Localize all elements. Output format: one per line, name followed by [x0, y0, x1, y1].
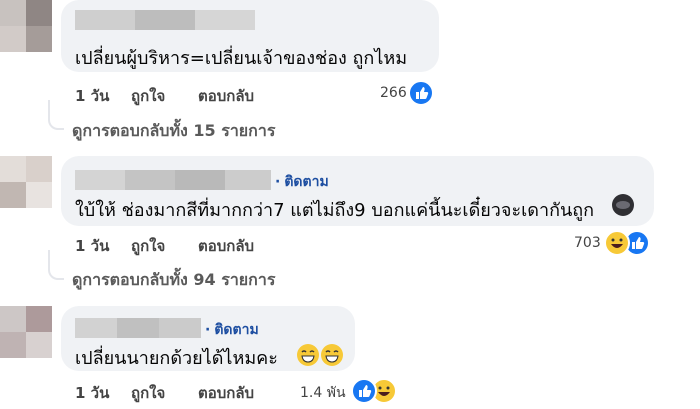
- view-replies-link[interactable]: ดูการตอบกลับทั้ง 15 รายการ: [72, 119, 275, 144]
- dark-emoji-icon: [612, 194, 634, 216]
- timestamp[interactable]: 1 วัน: [75, 84, 109, 108]
- follow-link[interactable]: · ติดตาม: [205, 319, 259, 341]
- reaction-count[interactable]: 1.4 พัน: [300, 382, 346, 404]
- grin-emoji-icon: [297, 344, 319, 366]
- comment-text: ใบ้ให้ ช่องมากสีที่มากกว่า7 แต่ไม่ถึง9 บ…: [75, 200, 595, 221]
- haha-icon: [604, 230, 630, 256]
- comment-bubble: เปลี่ยนผู้บริหาร=เปลี่ยนเจ้าของช่อง ถูกไ…: [61, 0, 439, 72]
- avatar[interactable]: [0, 156, 52, 208]
- timestamp[interactable]: 1 วัน: [75, 381, 109, 405]
- like-button[interactable]: ถูกใจ: [131, 84, 165, 108]
- author-name-blurred[interactable]: [75, 10, 255, 30]
- reply-button[interactable]: ตอบกลับ: [198, 84, 254, 108]
- thread-line: [48, 250, 64, 280]
- view-replies-link[interactable]: ดูการตอบกลับทั้ง 94 รายการ: [72, 268, 275, 293]
- comment-text: เปลี่ยนผู้บริหาร=เปลี่ยนเจ้าของช่อง ถูกไ…: [75, 48, 408, 69]
- reaction-count[interactable]: 266: [380, 85, 407, 101]
- grin-emoji-icon: [321, 344, 343, 366]
- comment-text: เปลี่ยนนายกด้วยได้ไหมคะ: [75, 348, 278, 369]
- avatar[interactable]: [0, 306, 52, 358]
- reaction-count[interactable]: 703: [574, 235, 601, 251]
- like-icon: [408, 80, 434, 106]
- author-name-blurred[interactable]: [75, 318, 201, 338]
- avatar[interactable]: [0, 0, 52, 52]
- comment-bubble: · ติดตาม ใบ้ให้ ช่องมากสีที่มากกว่า7 แต่ไ…: [61, 156, 654, 226]
- comment-actions: 1 วัน ถูกใจ ตอบกลับ: [75, 84, 375, 105]
- timestamp[interactable]: 1 วัน: [75, 234, 109, 258]
- reply-button[interactable]: ตอบกลับ: [198, 234, 254, 258]
- reply-button[interactable]: ตอบกลับ: [198, 381, 254, 405]
- thread-line: [48, 100, 64, 130]
- like-icon: [351, 378, 377, 404]
- separator-dot: ·: [205, 322, 211, 338]
- comment-bubble: · ติดตาม เปลี่ยนนายกด้วยได้ไหมคะ: [61, 306, 355, 371]
- like-button[interactable]: ถูกใจ: [131, 381, 165, 405]
- author-name-blurred[interactable]: [75, 170, 271, 190]
- like-button[interactable]: ถูกใจ: [131, 234, 165, 258]
- comment-actions: 1 วัน ถูกใจ ตอบกลับ: [75, 234, 375, 255]
- separator-dot: ·: [275, 174, 281, 190]
- follow-link[interactable]: · ติดตาม: [275, 171, 329, 193]
